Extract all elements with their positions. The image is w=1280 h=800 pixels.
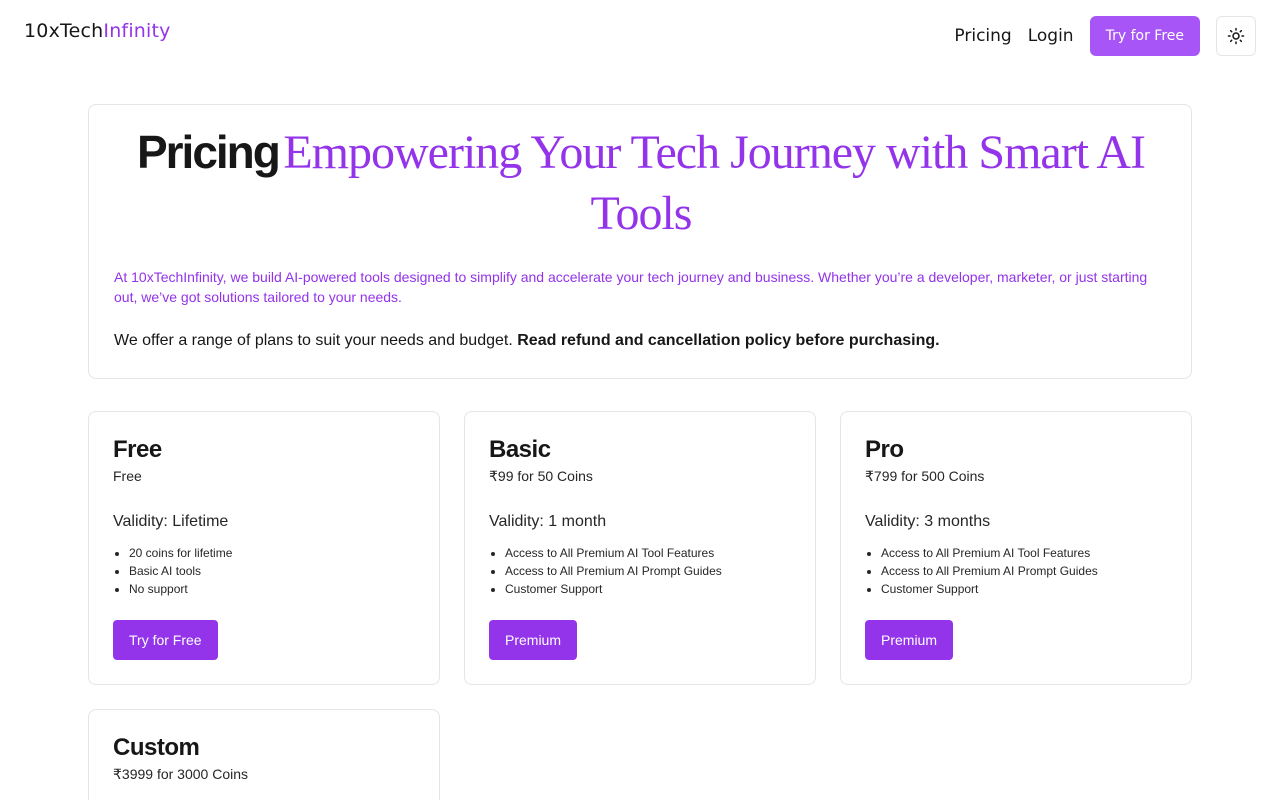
- plans-summary: We offer a range of plans to suit your n…: [114, 332, 940, 350]
- plan-price: ₹799 for 500 Coins: [865, 468, 985, 484]
- site-header: 10xTechInfinity Pricing Login Try for Fr…: [0, 0, 1280, 72]
- intro-description: At 10xTechInfinity, we build AI-powered …: [114, 269, 1148, 305]
- plan-feature: Access to All Premium AI Tool Features: [505, 544, 722, 562]
- plan-card-custom: Custom ₹3999 for 3000 Coins: [88, 709, 440, 800]
- plan-validity: Validity: 3 months: [865, 513, 991, 530]
- sun-icon: [1227, 27, 1245, 45]
- plan-try-free-button[interactable]: Try for Free: [113, 620, 218, 660]
- page-title-bold: Pricing: [136, 126, 281, 178]
- plan-feature: 20 coins for lifetime: [129, 544, 232, 562]
- plan-features: Access to All Premium AI Tool Features A…: [505, 544, 722, 598]
- plan-features: Access to All Premium AI Tool Features A…: [881, 544, 1098, 598]
- logo-accent-text: Infinity: [103, 20, 171, 42]
- refund-policy-notice[interactable]: Read refund and cancellation policy befo…: [517, 332, 939, 349]
- plan-feature: Basic AI tools: [129, 562, 232, 580]
- plan-name: Custom: [113, 734, 200, 761]
- nav-login-link[interactable]: Login: [1028, 26, 1074, 46]
- logo-main-text: 10xTech: [24, 20, 104, 42]
- plan-price: ₹3999 for 3000 Coins: [113, 766, 248, 782]
- try-for-free-button[interactable]: Try for Free: [1089, 16, 1200, 56]
- plan-price: Free: [113, 468, 142, 484]
- plan-premium-button[interactable]: Premium: [489, 620, 578, 660]
- plan-card-basic: Basic ₹99 for 50 Coins Validity: 1 month…: [464, 411, 816, 685]
- page-title-serif: Empowering Your Tech Journey with Smart …: [283, 126, 1146, 240]
- plan-feature: No support: [129, 580, 232, 598]
- theme-toggle-button[interactable]: [1216, 16, 1256, 56]
- plan-feature: Access to All Premium AI Tool Features: [881, 544, 1098, 562]
- plan-feature: Access to All Premium AI Prompt Guides: [881, 562, 1098, 580]
- nav-pricing-link[interactable]: Pricing: [954, 26, 1011, 46]
- plan-card-free: Free Free Validity: Lifetime 20 coins fo…: [88, 411, 440, 685]
- plans-summary-text: We offer a range of plans to suit your n…: [114, 332, 513, 349]
- plan-feature: Access to All Premium AI Prompt Guides: [505, 562, 722, 580]
- plan-name: Pro: [865, 436, 904, 463]
- top-nav: Pricing Login Try for Free: [954, 16, 1256, 56]
- plan-feature: Customer Support: [881, 580, 1098, 598]
- plan-validity: Validity: 1 month: [489, 513, 607, 530]
- plan-name: Basic: [489, 436, 551, 463]
- pricing-intro-card: Pricing Empowering Your Tech Journey wit…: [88, 104, 1192, 379]
- plan-card-pro: Pro ₹799 for 500 Coins Validity: 3 month…: [840, 411, 1192, 685]
- page-title: Pricing Empowering Your Tech Journey wit…: [89, 127, 1193, 250]
- plan-price: ₹99 for 50 Coins: [489, 468, 593, 484]
- plan-name: Free: [113, 436, 162, 463]
- plan-validity: Validity: Lifetime: [113, 513, 229, 530]
- plan-premium-button[interactable]: Premium: [865, 620, 954, 660]
- plan-features: 20 coins for lifetime Basic AI tools No …: [129, 544, 232, 598]
- logo[interactable]: 10xTechInfinity: [24, 20, 171, 42]
- plan-feature: Customer Support: [505, 580, 722, 598]
